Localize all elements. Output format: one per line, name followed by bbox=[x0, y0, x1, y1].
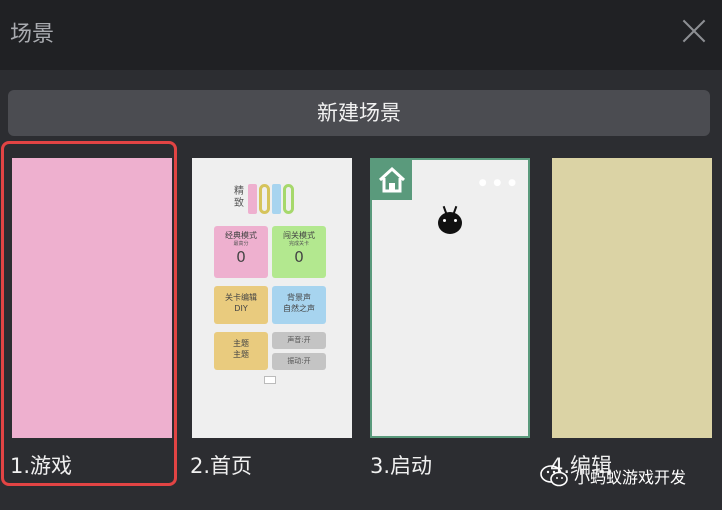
scene-label-start: 3.启动 bbox=[370, 454, 433, 478]
watermark-text: 小蚂蚁游戏开发 bbox=[574, 468, 687, 487]
logo-text: 精致 bbox=[234, 186, 244, 209]
more-icon: ● ● ● bbox=[478, 178, 518, 188]
watermark: 小蚂蚁游戏开发 bbox=[540, 464, 686, 488]
new-scene-button[interactable]: 新建场景 bbox=[8, 90, 710, 136]
home-icon bbox=[372, 160, 412, 200]
tile-sound: 声音:开 bbox=[272, 332, 326, 349]
ant-icon bbox=[438, 212, 462, 234]
tile-levels: 闯关模式 完成关卡 0 bbox=[272, 226, 326, 278]
tile-bgm: 背景声 自然之声 bbox=[272, 286, 326, 324]
title-bar: 场景 bbox=[0, 0, 722, 70]
close-icon[interactable] bbox=[682, 19, 706, 43]
tile-theme: 主题 主题 bbox=[214, 332, 268, 370]
scene-card-index[interactable]: 精致 经典模式 最高分 0 闯关模式 完成关卡 0 关卡编辑 DIY 背景声 自… bbox=[192, 158, 352, 438]
scene-card-start[interactable]: ● ● ● bbox=[370, 158, 530, 438]
tile-classic: 经典模式 最高分 0 bbox=[214, 226, 268, 278]
mail-icon bbox=[264, 376, 276, 384]
logo-1010 bbox=[248, 184, 294, 214]
tile-editor: 关卡编辑 DIY bbox=[214, 286, 268, 324]
scene-card-game[interactable] bbox=[12, 158, 172, 438]
scene-card-edit[interactable] bbox=[552, 158, 712, 438]
scene-label-game: 1.游戏 bbox=[10, 454, 73, 478]
scene-label-index: 2.首页 bbox=[190, 454, 253, 478]
window-title: 场景 bbox=[10, 22, 55, 47]
wechat-icon bbox=[540, 465, 568, 487]
tile-vibration: 振动:开 bbox=[272, 353, 326, 370]
